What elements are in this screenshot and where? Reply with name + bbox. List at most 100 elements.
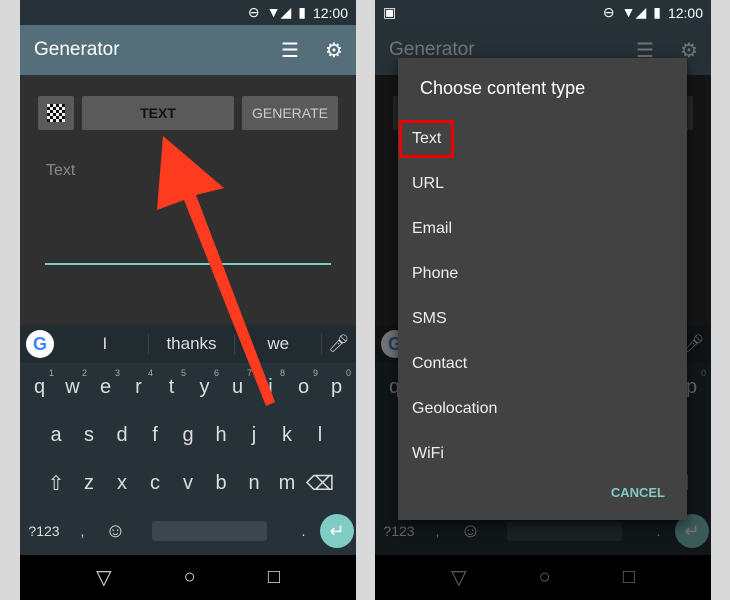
key-label: q — [33, 375, 46, 398]
generate-button[interactable]: GENERATE — [242, 96, 338, 130]
key-w[interactable]: w2 — [56, 368, 89, 399]
comma-key[interactable]: , — [66, 523, 99, 539]
gear-icon[interactable]: ⚙ — [312, 38, 356, 63]
dnd-icon: ⊖ — [247, 4, 260, 20]
key-label: s — [84, 423, 94, 446]
suggestion-bar: G I thanks we 🎤︎ — [20, 325, 356, 363]
key-number-hint: 4 — [147, 367, 153, 378]
option-contact[interactable]: Contact — [398, 341, 687, 386]
key-number-hint: 9 — [312, 367, 318, 378]
symbols-key[interactable]: ?123 — [22, 523, 66, 539]
input-underline — [45, 263, 331, 265]
clock: 12:00 — [312, 4, 348, 21]
key-f[interactable]: f — [139, 424, 172, 447]
key-label: i — [268, 375, 273, 398]
key-h[interactable]: h — [205, 424, 238, 447]
key-label: h — [215, 423, 227, 446]
key-number-hint: 3 — [114, 367, 120, 378]
nav-bar: ▽ ○ □ — [20, 555, 356, 600]
key-row-4: ?123 , ☺ . ↵ — [20, 507, 356, 555]
option-email[interactable]: Email — [398, 206, 687, 251]
key-v[interactable]: v — [172, 472, 205, 495]
option-text[interactable]: Text — [398, 116, 687, 161]
wifi-icon: ▼◢ — [621, 4, 647, 20]
suggestion[interactable]: thanks — [149, 334, 236, 354]
key-j[interactable]: j — [238, 424, 271, 447]
microphone-icon[interactable]: 🎤︎ — [322, 334, 356, 354]
key-label: n — [248, 471, 260, 494]
option-phone[interactable]: Phone — [398, 251, 687, 296]
period-key[interactable]: . — [287, 523, 320, 539]
qr-code-icon — [47, 104, 65, 122]
key-a[interactable]: a — [40, 424, 73, 447]
space-bar[interactable] — [152, 521, 267, 541]
key-label: m — [278, 471, 296, 494]
qr-scan-button[interactable] — [38, 96, 74, 130]
key-e[interactable]: e3 — [89, 368, 122, 399]
key-x[interactable]: x — [106, 472, 139, 495]
key-q[interactable]: q1 — [23, 368, 56, 399]
option-wifi[interactable]: WiFi — [398, 431, 687, 476]
battery-icon: ▮ — [653, 4, 661, 20]
key-number-hint: 8 — [279, 367, 285, 378]
key-label: c — [150, 471, 160, 494]
key-number-hint: 1 — [48, 367, 54, 378]
key-label: t — [168, 375, 175, 398]
key-i[interactable]: i8 — [254, 368, 287, 399]
shift-key[interactable]: ⇧ — [40, 471, 73, 496]
backspace-key[interactable]: ⌫ — [304, 471, 337, 496]
option-label: Email — [412, 219, 453, 237]
key-label: o — [297, 375, 310, 398]
text-input[interactable]: Text — [46, 162, 75, 180]
image-notification-icon: ▣ — [383, 4, 397, 20]
dialog-title: Choose content type — [420, 78, 586, 98]
status-bar: ▣ ⊖ ▼◢ ▮ 12:00 — [375, 0, 711, 25]
key-t[interactable]: t5 — [155, 368, 188, 399]
key-c[interactable]: c — [139, 472, 172, 495]
option-sms[interactable]: SMS — [398, 296, 687, 341]
key-label: p — [330, 375, 343, 398]
key-label: x — [117, 471, 127, 494]
key-label: y — [199, 375, 210, 398]
key-number-hint: 0 — [345, 367, 351, 378]
key-o[interactable]: o9 — [287, 368, 320, 399]
suggestion[interactable]: I — [62, 334, 149, 354]
key-n[interactable]: n — [238, 472, 271, 495]
phone-right: ▣ ⊖▼◢▮12:00 Generator ☰ ⚙ TEXT GENERATE … — [375, 0, 711, 600]
recents-icon[interactable]: □ — [268, 566, 280, 589]
option-label: SMS — [412, 309, 447, 327]
option-url[interactable]: URL — [398, 161, 687, 206]
key-label: k — [282, 423, 292, 446]
key-label: u — [231, 375, 244, 398]
key-d[interactable]: d — [106, 424, 139, 447]
key-number-hint: 2 — [81, 367, 87, 378]
key-u[interactable]: u7 — [221, 368, 254, 399]
emoji-key[interactable]: ☺ — [99, 520, 132, 543]
key-m[interactable]: m — [271, 472, 304, 495]
key-s[interactable]: s — [73, 424, 106, 447]
key-row-2: asd f gh j k l — [20, 411, 356, 459]
content-type-button[interactable]: TEXT — [82, 96, 234, 130]
suggestion[interactable]: we — [235, 334, 323, 354]
option-label: WiFi — [412, 444, 444, 462]
key-g[interactable]: g — [172, 424, 205, 447]
key-r[interactable]: r4 — [122, 368, 155, 399]
app-title: Generator — [34, 39, 120, 60]
phone-left: ⊖ ▼◢ ▮ 12:00 Generator ☰ ⚙ TEXT GENERATE Te… — [20, 0, 356, 600]
list-icon[interactable]: ☰ — [268, 38, 312, 63]
home-icon[interactable]: ○ — [184, 566, 196, 589]
key-z[interactable]: z — [73, 472, 106, 495]
back-icon[interactable]: ▽ — [96, 565, 111, 590]
key-k[interactable]: k — [271, 424, 304, 447]
key-b[interactable]: b — [205, 472, 238, 495]
google-icon[interactable]: G — [26, 330, 54, 358]
option-label: Phone — [412, 264, 459, 282]
enter-key[interactable]: ↵ — [320, 514, 354, 548]
option-label: Geolocation — [412, 399, 498, 417]
key-l[interactable]: l — [304, 424, 337, 447]
cancel-button[interactable]: CANCEL — [611, 485, 665, 500]
key-y[interactable]: y6 — [188, 368, 221, 399]
key-p[interactable]: p0 — [320, 368, 353, 399]
option-geolocation[interactable]: Geolocation — [398, 386, 687, 431]
key-label: e — [99, 375, 112, 398]
